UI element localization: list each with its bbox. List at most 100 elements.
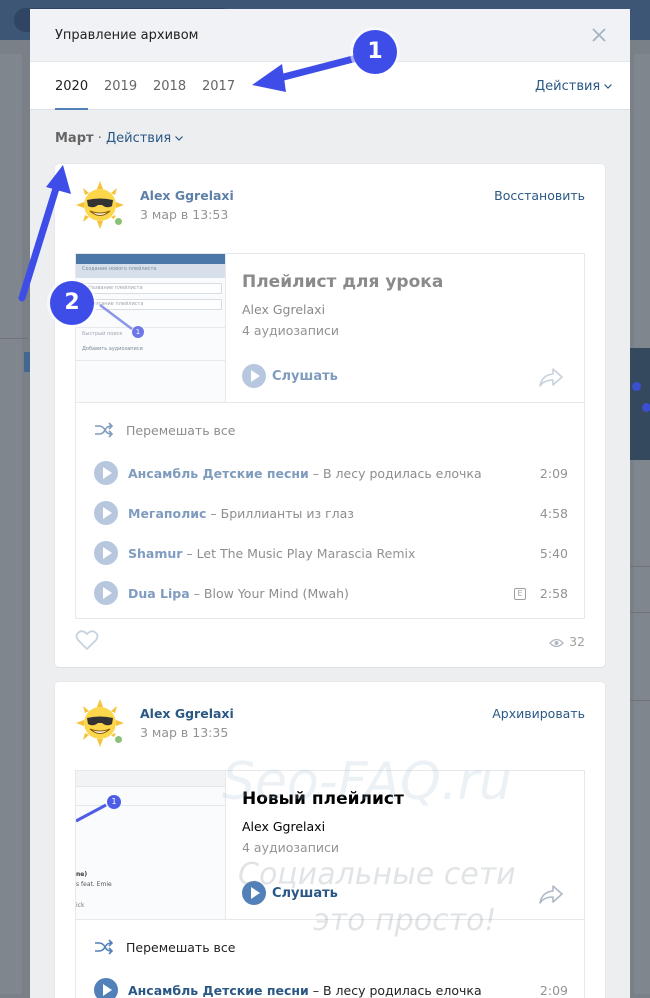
track-artist[interactable]: Shamur — [128, 546, 182, 561]
background-right-card — [634, 54, 650, 994]
track-title: Бриллианты из глаз — [220, 506, 354, 521]
tab-2020[interactable]: 2020 — [55, 79, 89, 110]
track-duration: 5:40 — [539, 546, 568, 561]
shuffle-all-button[interactable]: Перемешать все — [94, 939, 236, 959]
archive-modal: Управление архивом 2020 2019 2018 2017 Д… — [30, 9, 630, 998]
modal-title: Управление архивом — [55, 28, 199, 43]
play-icon[interactable] — [94, 978, 118, 998]
annotation-marker-1: 1 — [353, 30, 397, 74]
archive-button[interactable]: Архивировать — [492, 706, 585, 721]
post-author[interactable]: Alex Ggrelaxi — [140, 706, 234, 721]
background-left-card — [0, 54, 22, 994]
thumbnail-text: Название плейлиста — [88, 285, 143, 291]
shuffle-all-button[interactable]: Перемешать все — [94, 422, 236, 442]
track-text: Shamur – Let The Music Play Marascia Rem… — [128, 546, 415, 561]
background-dot — [632, 382, 641, 391]
explicit-badge: E — [514, 588, 526, 600]
track-title: В лесу родилась елочка — [323, 466, 482, 481]
online-indicator — [113, 216, 124, 227]
track-artist[interactable]: Ансамбль Детские песни — [128, 983, 309, 998]
month-actions-label[interactable]: Действия — [106, 131, 171, 146]
track-row[interactable]: Shamur – Let The Music Play Marascia Rem… — [94, 541, 568, 567]
share-icon[interactable] — [538, 883, 564, 905]
playlist-thumbnail[interactable]: Создание нового плейлиста Название плейл… — [76, 254, 226, 402]
chevron-down-icon — [604, 84, 613, 89]
tab-2018[interactable]: 2018 — [153, 79, 186, 110]
watermark-slogan: Социальные сети это просто! — [238, 852, 516, 944]
track-row[interactable]: Ансамбль Детские песни – В лесу родилась… — [94, 978, 568, 998]
watermark-slogan-line: Социальные сети — [238, 857, 516, 892]
shuffle-label: Перемешать все — [126, 422, 236, 438]
background-divider — [630, 612, 650, 613]
track-subtitle: Marascia Remix — [316, 546, 416, 561]
restore-button[interactable]: Восстановить — [494, 188, 585, 203]
track-separator: – — [193, 586, 200, 601]
track-row[interactable]: Dua Lipa – Blow Your Mind (Mwah) E 2:58 — [94, 581, 568, 607]
thumbnail-arrow — [99, 304, 133, 330]
thumbnail-text: Создание нового плейлиста — [82, 266, 157, 272]
shuffle-icon — [95, 422, 114, 438]
views-count: 32 — [569, 634, 585, 649]
background-divider — [0, 338, 28, 339]
track-text: Мегаполис – Бриллианты из глаз — [128, 506, 354, 521]
background-divider — [630, 700, 650, 701]
close-icon[interactable] — [591, 27, 607, 43]
track-duration: 2:09 — [539, 466, 568, 481]
play-icon[interactable] — [94, 461, 118, 485]
play-icon[interactable] — [94, 541, 118, 565]
post-author[interactable]: Alex Ggrelaxi — [140, 188, 234, 203]
track-title: Blow Your Mind (Mwah) — [203, 586, 349, 601]
watermark-slogan-line: это просто! — [313, 903, 497, 938]
track-artist[interactable]: Dua Lipa — [128, 586, 190, 601]
thumbnail-header — [76, 254, 225, 264]
background-dot — [642, 403, 650, 412]
tab-2017[interactable]: 2017 — [202, 79, 235, 110]
post-date[interactable]: 3 мар в 13:53 — [140, 207, 228, 222]
thumbnail-divider — [76, 360, 225, 361]
tabs-actions-menu[interactable]: Действия — [535, 79, 613, 94]
listen-button[interactable]: Слушать — [242, 364, 338, 388]
eye-icon — [549, 638, 564, 647]
playlist-author[interactable]: Alex Ggrelaxi — [242, 819, 325, 834]
track-row[interactable]: Мегаполис – Бриллианты из глаз 4:58 — [94, 501, 568, 527]
tab-2019[interactable]: 2019 — [104, 79, 137, 110]
month-label[interactable]: Март — [55, 131, 94, 146]
thumbnail-text: ne) — [76, 871, 88, 878]
track-text: Dua Lipa – Blow Your Mind (Mwah) — [128, 586, 349, 601]
track-row[interactable]: Ансамбль Детские песни – В лесу родилась… — [94, 461, 568, 487]
shuffle-icon — [95, 939, 114, 955]
playlist-count: 4 аудиозаписи — [242, 323, 339, 338]
background-divider — [630, 566, 650, 567]
playlist-divider — [76, 402, 584, 403]
thumbnail-text: Добавить аудиозаписи — [82, 346, 143, 352]
track-separator: – — [312, 983, 320, 998]
active-post: Alex Ggrelaxi 3 мар в 13:35 Архивировать… — [55, 682, 605, 998]
track-artist[interactable]: Ансамбль Детские песни — [128, 466, 309, 481]
share-icon[interactable] — [538, 366, 564, 388]
heart-icon[interactable] — [75, 629, 99, 651]
playlist-card: Создание нового плейлиста Название плейл… — [75, 253, 585, 619]
thumbnail-text: s feat. Emie — [76, 881, 112, 888]
track-artist[interactable]: Мегаполис — [128, 506, 206, 521]
month-filter: Март · Действия — [55, 131, 184, 146]
filter-separator: · — [97, 131, 102, 146]
track-title: В лесу родилась елочка — [323, 983, 482, 998]
listen-label: Слушать — [272, 368, 338, 384]
play-icon[interactable] — [94, 581, 118, 605]
track-separator: – — [210, 506, 217, 521]
thumbnail-arrow — [76, 803, 107, 823]
track-duration: 2:58 — [539, 586, 568, 601]
shuffle-label: Перемешать все — [126, 939, 236, 955]
thumbnail-text: ick — [76, 902, 85, 909]
post-date[interactable]: 3 мар в 13:35 — [140, 725, 228, 740]
archived-post: Alex Ggrelaxi 3 мар в 13:53 Восстановить… — [55, 164, 605, 667]
playlist-author[interactable]: Alex Ggrelaxi — [242, 302, 325, 317]
playlist-title[interactable]: Плейлист для урока — [242, 272, 443, 292]
track-text: Ансамбль Детские песни – В лесу родилась… — [128, 466, 482, 481]
play-icon[interactable] — [94, 501, 118, 525]
playlist-thumbnail[interactable]: 1 ne) s feat. Emie ick — [76, 771, 226, 919]
thumbnail-header — [76, 771, 225, 787]
track-separator: – — [186, 546, 193, 561]
track-duration: 2:09 — [539, 983, 568, 998]
chevron-down-icon[interactable] — [175, 136, 184, 141]
